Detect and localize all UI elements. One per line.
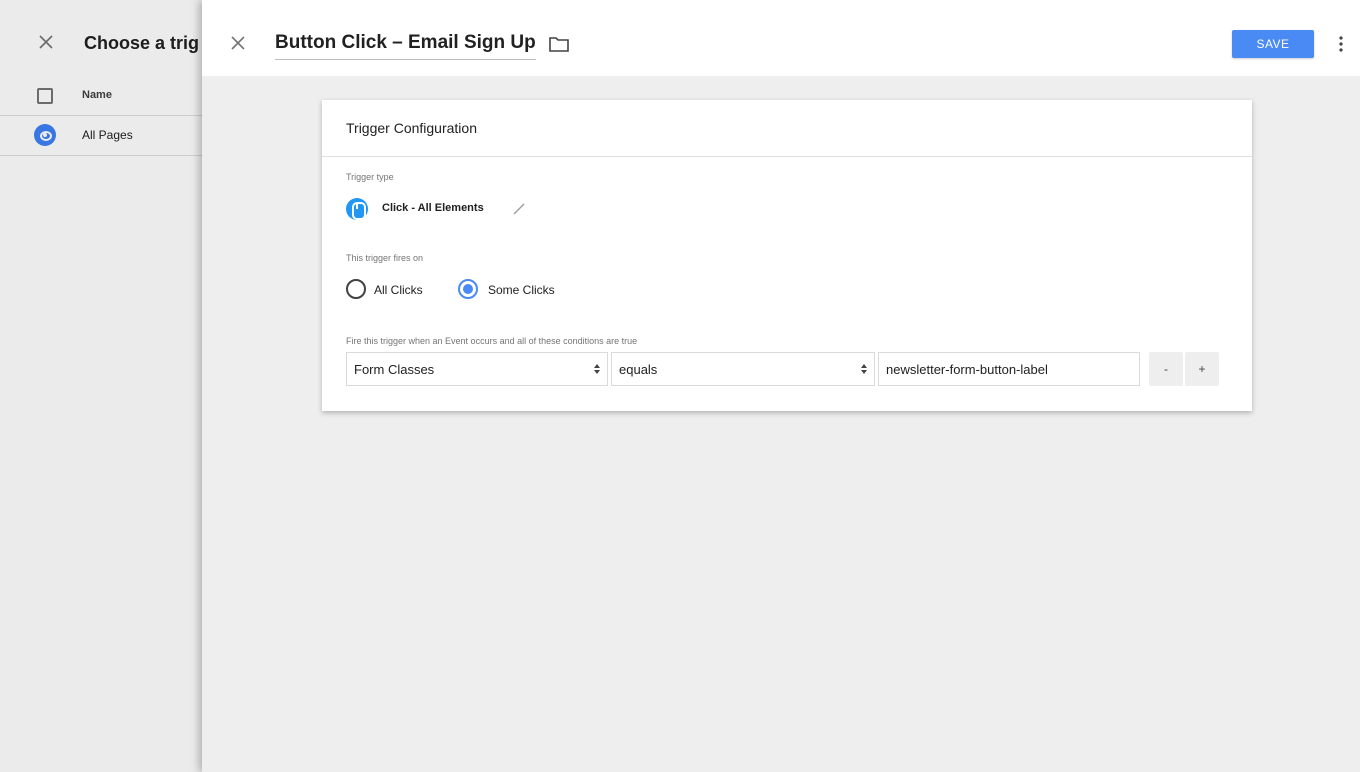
trigger-editor-header: Button Click – Email Sign Up SAVE	[202, 0, 1360, 76]
app-root: Choose a trig Name All Pages Button Clic…	[0, 0, 1360, 772]
choose-trigger-title: Choose a trig	[84, 33, 200, 53]
trigger-editor-sheet: Button Click – Email Sign Up SAVE Trigge…	[202, 0, 1360, 772]
choose-trigger-panel: Choose a trig Name All Pages	[0, 0, 210, 772]
some-clicks-label[interactable]: Some Clicks	[488, 283, 555, 297]
close-icon[interactable]	[228, 33, 248, 53]
conditions-label: Fire this trigger when an Event occurs a…	[346, 336, 638, 346]
all-clicks-label[interactable]: All Clicks	[374, 283, 423, 297]
select-arrows-icon	[594, 364, 600, 374]
more-vert-icon[interactable]	[1338, 34, 1344, 54]
name-column-header: Name	[82, 89, 112, 101]
close-icon[interactable]	[34, 30, 58, 54]
mouse-icon	[346, 198, 368, 220]
card-title: Trigger Configuration	[346, 120, 477, 136]
select-arrows-icon	[861, 364, 867, 374]
operator-select[interactable]: equals	[611, 352, 875, 386]
card-divider	[322, 156, 1252, 157]
folder-icon[interactable]	[548, 35, 570, 53]
some-clicks-radio[interactable]	[458, 279, 478, 299]
variable-select[interactable]: Form Classes	[346, 352, 608, 386]
trigger-list: Name All Pages	[0, 76, 210, 156]
choose-trigger-header: Choose a trig	[0, 0, 210, 76]
trigger-name-field[interactable]: Button Click – Email Sign Up	[275, 32, 536, 60]
trigger-configuration-card: Trigger Configuration Trigger type Click…	[322, 100, 1252, 411]
all-clicks-radio[interactable]	[346, 279, 366, 299]
save-button[interactable]: SAVE	[1232, 30, 1314, 58]
fires-on-label: This trigger fires on	[346, 253, 424, 263]
trigger-type-label: Trigger type	[346, 172, 394, 182]
trigger-list-item-all-pages[interactable]: All Pages	[0, 116, 210, 156]
add-condition-button[interactable]: +	[1185, 352, 1219, 386]
trigger-type-name: Click - All Elements	[382, 202, 484, 214]
remove-condition-button[interactable]: -	[1149, 352, 1183, 386]
operator-select-value: equals	[619, 362, 658, 377]
trigger-list-item-label: All Pages	[82, 128, 133, 142]
eye-icon	[34, 124, 56, 146]
select-all-checkbox[interactable]	[37, 88, 53, 104]
pencil-icon[interactable]	[512, 202, 526, 216]
variable-select-value: Form Classes	[354, 362, 435, 377]
trigger-list-header: Name	[0, 76, 210, 116]
condition-value-input[interactable]	[878, 352, 1140, 386]
